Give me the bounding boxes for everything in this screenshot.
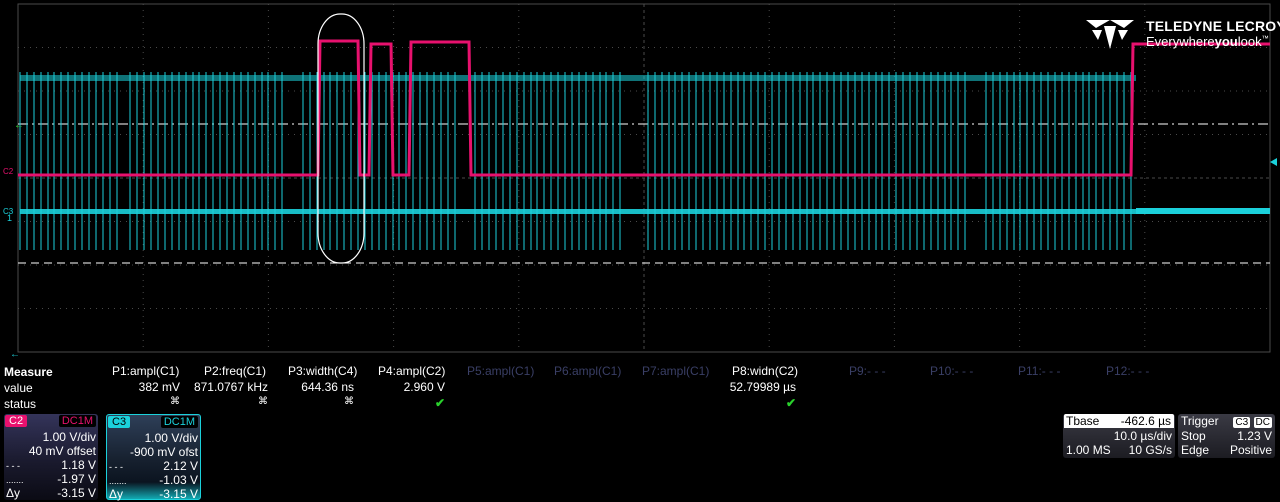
c2-delta-symbol: Δy bbox=[6, 486, 21, 500]
c2-offset: 40 mV offset bbox=[28, 444, 96, 458]
c2-cursor2-symbol: ....... bbox=[6, 475, 24, 485]
tagline-bold: you bbox=[1214, 34, 1238, 49]
c2-delta: -3.15 V bbox=[57, 486, 96, 500]
channel-c2-descriptor[interactable]: C2 DC1M 1.00 V/div 40 mV offset - - - 1.1… bbox=[4, 414, 98, 500]
c3-cursor1: 2.12 V bbox=[163, 459, 198, 473]
timebase-delay: -462.6 µs bbox=[1120, 414, 1171, 428]
trigger-descriptor[interactable]: Trigger C3 DC Stop 1.23 V Edge Positive bbox=[1178, 414, 1275, 458]
tagline-prefix: Everywhere bbox=[1146, 34, 1215, 49]
measure-param-value: 52.79989 µs bbox=[729, 380, 796, 394]
c3-vdiv: 1.00 V/div bbox=[144, 431, 198, 445]
measure-param-label[interactable]: P8:widn(C2) bbox=[732, 364, 798, 378]
measure-param-label[interactable]: P6:ampl(C1) bbox=[554, 364, 621, 378]
c3-delta-symbol: Δy bbox=[109, 487, 124, 501]
c2-tab: C2 bbox=[5, 415, 28, 427]
measure-status-row: status bbox=[4, 396, 1274, 412]
c3-coupling: DC1M bbox=[160, 416, 198, 428]
timebase-rate: 10 GS/s bbox=[1128, 443, 1172, 457]
check-icon: ✔ bbox=[435, 396, 446, 410]
invalid-icon: ⌘ bbox=[258, 396, 268, 407]
measure-param-label[interactable]: P3:width(C4) bbox=[288, 364, 357, 378]
lecroy-mark-icon bbox=[1086, 20, 1134, 49]
c2-cursor2: -1.97 V bbox=[57, 472, 96, 486]
c3-offset: -900 mV ofst bbox=[129, 445, 198, 459]
c3-cursor1-symbol: - - - bbox=[109, 462, 123, 472]
timebase-descriptor[interactable]: Tbase -462.6 µs 10.0 µs/div 1.00 MS 10 GS… bbox=[1063, 414, 1175, 458]
measure-param-value: 871.0767 kHz bbox=[193, 380, 268, 394]
measure-param-label[interactable]: P9:- - - bbox=[849, 364, 886, 378]
teledyne-lecroy-logo: TELEDYNE LECROY Everywhereyoulook™ bbox=[1082, 16, 1280, 52]
c2-vdiv: 1.00 V/div bbox=[42, 430, 96, 444]
c3-cursor2-symbol: ....... bbox=[109, 476, 127, 486]
measure-table[interactable]: Measure value status P1:ampl(C1) 382 mV ⌘ P… bbox=[4, 364, 1274, 412]
cursor-arrow-icon[interactable]: ← bbox=[14, 120, 24, 131]
c3-level-marker: 1 bbox=[7, 213, 12, 223]
trigger-position-icon[interactable]: ← bbox=[10, 349, 20, 360]
c2-coupling: DC1M bbox=[58, 415, 96, 427]
measure-param-value: 2.960 V bbox=[403, 380, 445, 394]
brand-name: TELEDYNE LECROY bbox=[1146, 18, 1280, 34]
c3-idle-band bbox=[1136, 208, 1270, 214]
trigger-type: Edge bbox=[1181, 443, 1210, 457]
measure-param-label[interactable]: P12:- - - bbox=[1106, 364, 1149, 378]
trigger-level: 1.23 V bbox=[1237, 429, 1272, 443]
measure-param-label[interactable]: P11:- - - bbox=[1018, 364, 1060, 378]
value-row-label: value bbox=[4, 381, 33, 395]
measure-param-value: 644.36 ns bbox=[301, 380, 354, 394]
trigger-source: C3 bbox=[1233, 417, 1251, 428]
c2-cursor1-symbol: - - - bbox=[6, 461, 20, 471]
c3-high-band bbox=[20, 75, 1136, 81]
timebase-memory: 1.00 MS bbox=[1066, 443, 1111, 457]
measure-header-row: Measure bbox=[4, 364, 1274, 380]
timebase-label: Tbase bbox=[1066, 414, 1100, 428]
tagline-trademark: ™ bbox=[1261, 35, 1269, 43]
measure-param-label[interactable]: P7:ampl(C1) bbox=[642, 364, 709, 378]
measure-param-label[interactable]: P4:ampl(C2) bbox=[378, 364, 445, 378]
status-row-label: status bbox=[4, 397, 37, 411]
tagline-suffix: look bbox=[1237, 34, 1262, 49]
measure-title: Measure bbox=[4, 365, 53, 379]
trigger-label: Trigger bbox=[1181, 414, 1219, 428]
channel-c3-descriptor[interactable]: C3 DC1M 1.00 V/div -900 mV ofst - - - 2.1… bbox=[106, 414, 201, 501]
timebase-tdiv: 10.0 µs/div bbox=[1113, 429, 1172, 443]
trigger-mode: Stop bbox=[1181, 429, 1206, 443]
measure-param-label[interactable]: P5:ampl(C1) bbox=[467, 364, 534, 378]
display-background bbox=[0, 0, 1280, 360]
c2-cursor1: 1.18 V bbox=[61, 458, 96, 472]
invalid-icon: ⌘ bbox=[170, 396, 180, 407]
c2-marker[interactable]: C2 bbox=[3, 167, 14, 176]
measure-param-value: 382 mV bbox=[138, 380, 180, 394]
brand-tagline: Everywhereyoulook™ bbox=[1146, 34, 1269, 49]
measure-param-label[interactable]: P2:freq(C1) bbox=[204, 364, 266, 378]
measure-param-label[interactable]: P10:- - - bbox=[930, 364, 973, 378]
c3-baseline-band bbox=[20, 209, 1136, 214]
c3-cursor2: -1.03 V bbox=[159, 473, 198, 487]
measure-param-label[interactable]: P1:ampl(C1) bbox=[112, 364, 179, 378]
c3-delta: -3.15 V bbox=[159, 487, 198, 501]
invalid-icon: ⌘ bbox=[344, 396, 354, 407]
trigger-slope: Positive bbox=[1229, 443, 1272, 457]
check-icon: ✔ bbox=[786, 396, 797, 410]
waveform-display[interactable]: C2 C3 1 ← ← bbox=[0, 0, 1280, 360]
trigger-badges: C3 DC bbox=[1233, 414, 1272, 428]
trigger-coupling: DC bbox=[1253, 417, 1272, 428]
c3-tab: C3 bbox=[108, 416, 131, 428]
